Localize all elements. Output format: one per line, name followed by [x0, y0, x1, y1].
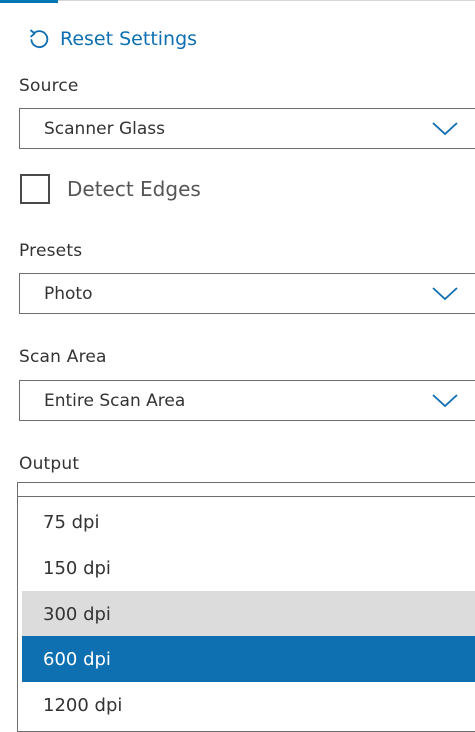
option-label: 150 dpi	[43, 557, 111, 579]
output-option-600-dpi[interactable]: 600 dpi	[22, 636, 475, 682]
option-label: 600 dpi	[43, 648, 111, 670]
presets-value: Photo	[44, 283, 93, 304]
option-label: 75 dpi	[43, 511, 100, 533]
checkbox-box[interactable]	[20, 174, 50, 204]
option-label: 1200 dpi	[43, 694, 123, 716]
presets-label: Presets	[19, 241, 83, 261]
output-option-75-dpi[interactable]: 75 dpi	[22, 499, 475, 545]
detect-edges-label: Detect Edges	[67, 177, 201, 201]
option-label: 300 dpi	[43, 603, 111, 625]
scan-area-label: Scan Area	[19, 347, 107, 367]
output-option-150-dpi[interactable]: 150 dpi	[22, 545, 475, 591]
source-label: Source	[19, 76, 79, 96]
presets-select[interactable]: Photo	[19, 273, 475, 314]
chevron-down-icon	[432, 394, 458, 408]
output-dropdown[interactable]: 75 dpi 150 dpi 300 dpi 600 dpi 1200 dpi	[17, 482, 475, 732]
detect-edges-checkbox[interactable]: Detect Edges	[20, 171, 201, 207]
reset-arrow-icon	[28, 28, 50, 50]
scan-area-value: Entire Scan Area	[44, 390, 186, 411]
chevron-down-icon	[432, 287, 458, 301]
output-select-field[interactable]	[18, 483, 475, 497]
output-option-300-dpi[interactable]: 300 dpi	[22, 591, 475, 637]
active-tab-indicator	[0, 0, 58, 3]
scan-area-select[interactable]: Entire Scan Area	[19, 380, 475, 421]
output-option-1200-dpi[interactable]: 1200 dpi	[22, 682, 475, 728]
chevron-down-icon	[432, 122, 458, 136]
tab-divider	[58, 0, 475, 1]
reset-settings-link[interactable]: Reset Settings	[28, 24, 197, 54]
reset-settings-label: Reset Settings	[60, 28, 198, 50]
source-value: Scanner Glass	[44, 118, 165, 139]
output-label: Output	[19, 454, 80, 474]
source-select[interactable]: Scanner Glass	[19, 108, 475, 149]
